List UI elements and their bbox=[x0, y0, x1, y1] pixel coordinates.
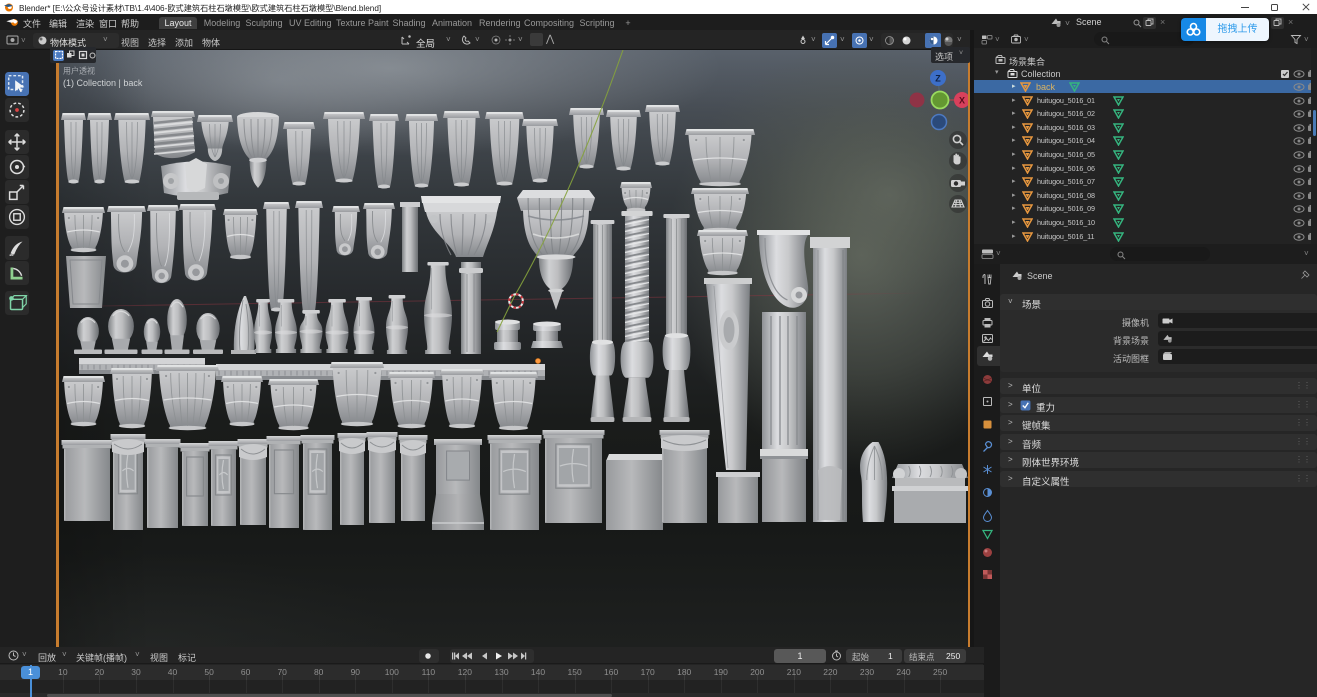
svg-text:X: X bbox=[959, 96, 965, 106]
svg-text:(1) Collection | back: (1) Collection | back bbox=[63, 78, 143, 88]
svg-text:Z: Z bbox=[935, 74, 941, 84]
svg-text:用户透视: 用户透视 bbox=[63, 66, 95, 76]
